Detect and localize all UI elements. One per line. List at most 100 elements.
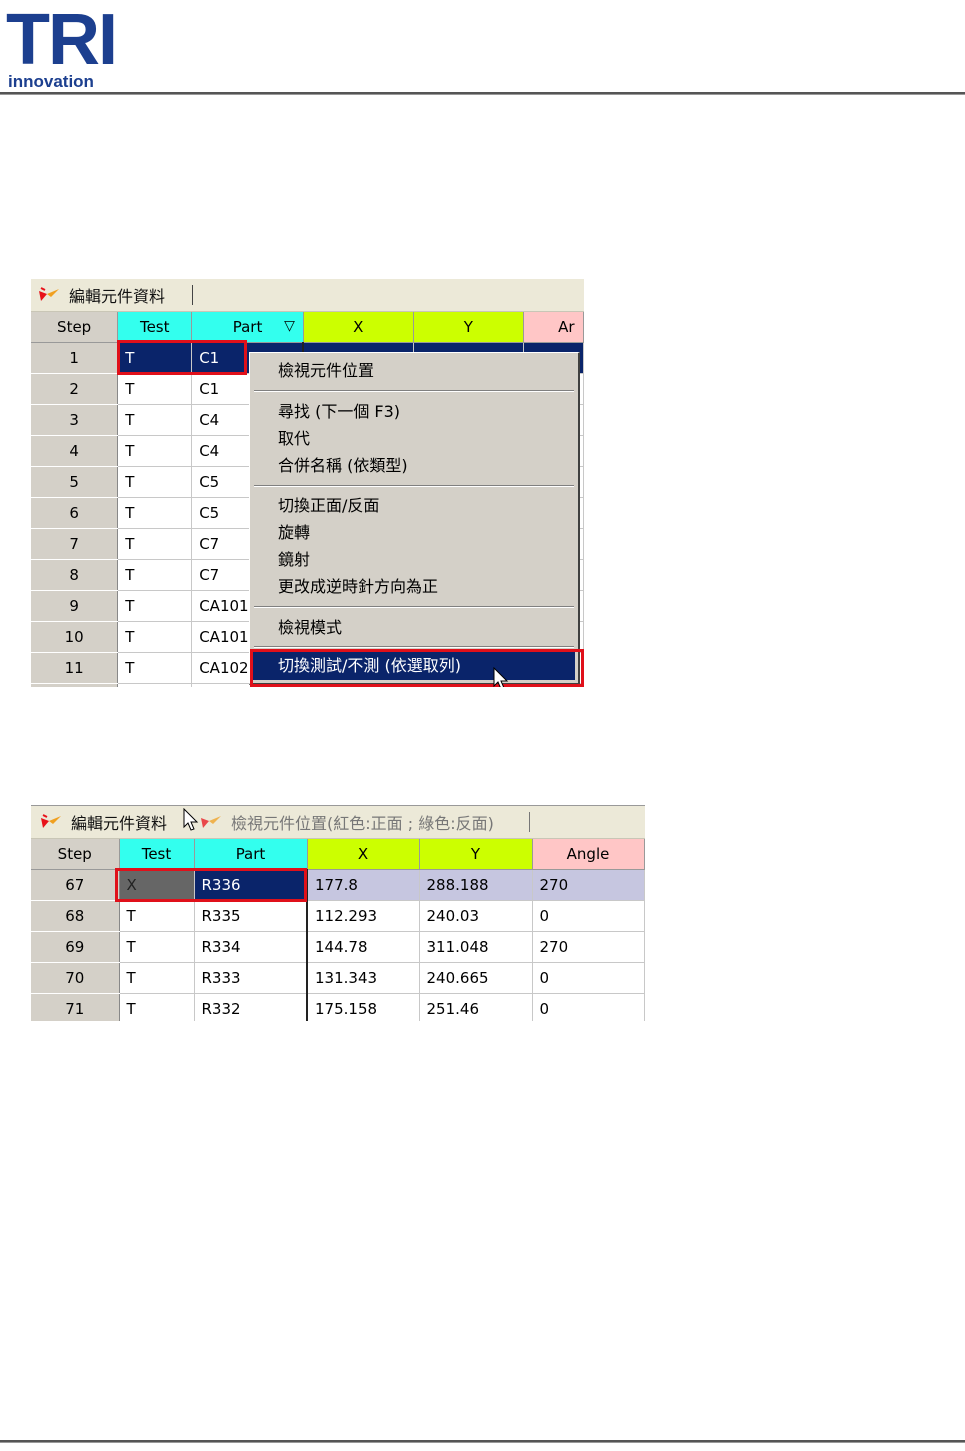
step-cell[interactable]: 69: [31, 931, 120, 963]
step-cell[interactable]: 8: [31, 559, 119, 591]
tab-divider: [192, 285, 193, 305]
angle-cell[interactable]: 270: [532, 931, 645, 963]
part-cell[interactable]: R334: [194, 931, 308, 963]
context-menu: 檢視元件位置 尋找 (下一個 F3) 取代 合併名稱 (依類型) 切換正面/反面…: [249, 352, 580, 685]
edit-arrow-icon: [41, 814, 61, 828]
x-cell[interactable]: 131.343: [306, 962, 420, 994]
tab-label: 檢視元件位置(紅色:正面 ; 綠色:反面): [231, 814, 494, 833]
test-cell[interactable]: T: [117, 528, 193, 560]
table-row[interactable]: 69 T R334 144.78 311.048 270: [31, 931, 645, 963]
test-cell[interactable]: T: [117, 466, 193, 498]
menu-item-rotate[interactable]: 旋轉: [278, 520, 310, 546]
test-cell[interactable]: T: [117, 497, 193, 529]
menu-item-find-next[interactable]: 尋找 (下一個 F3): [278, 399, 400, 425]
menu-separator: [254, 485, 574, 487]
test-cell[interactable]: X: [119, 869, 195, 901]
table-row[interactable]: 67 X R336 177.8 288.188 270: [31, 869, 645, 901]
logo-subtext: innovation: [8, 72, 94, 91]
angle-cell[interactable]: 0: [532, 962, 645, 994]
step-cell[interactable]: 12: [31, 683, 119, 687]
tab-bar: 編輯元件資料 檢視元件位置(紅色:正面 ; 綠色:反面): [31, 805, 645, 839]
step-cell[interactable]: 67: [31, 869, 120, 901]
parts-grid: Step Test Part X Y Angle 67 X R336 177.8 288…: [31, 839, 645, 1021]
tab-edit-parts[interactable]: 編輯元件資料: [37, 279, 165, 311]
part-cell[interactable]: R333: [194, 962, 308, 994]
x-cell[interactable]: 175.158: [306, 993, 420, 1021]
menu-item-view-position[interactable]: 檢視元件位置: [278, 358, 374, 384]
menu-item-merge-names[interactable]: 合併名稱 (依類型): [278, 453, 408, 479]
test-cell[interactable]: T: [117, 404, 193, 436]
test-cell[interactable]: T: [119, 931, 195, 963]
step-cell[interactable]: 3: [31, 404, 119, 436]
test-cell[interactable]: T: [117, 342, 193, 374]
mouse-pointer-icon: [493, 667, 509, 687]
part-cell[interactable]: R336: [194, 869, 308, 901]
step-cell[interactable]: 2: [31, 373, 119, 405]
angle-cell[interactable]: 0: [532, 993, 645, 1021]
menu-item-toggle-test[interactable]: 切換測試/不測 (依選取列): [253, 652, 575, 680]
y-cell[interactable]: 288.188: [419, 869, 533, 901]
step-cell[interactable]: 68: [31, 900, 120, 932]
step-cell[interactable]: 5: [31, 466, 119, 498]
test-cell[interactable]: T: [117, 373, 193, 405]
col-header-x[interactable]: X: [303, 312, 414, 343]
y-cell[interactable]: 251.46: [419, 993, 533, 1021]
y-cell[interactable]: 311.048: [419, 931, 533, 963]
step-cell[interactable]: 11: [31, 652, 119, 684]
test-cell[interactable]: T: [119, 993, 195, 1021]
y-cell[interactable]: 240.665: [419, 962, 533, 994]
menu-item-replace[interactable]: 取代: [278, 426, 310, 452]
col-header-test[interactable]: Test: [117, 312, 193, 343]
header-rule: [0, 92, 965, 95]
tab-edit-parts[interactable]: 編輯元件資料: [39, 806, 167, 838]
menu-item-toggle-side[interactable]: 切換正面/反面: [278, 493, 379, 519]
col-header-y[interactable]: Y: [419, 839, 533, 870]
menu-item-mirror[interactable]: 鏡射: [278, 547, 310, 573]
part-cell[interactable]: R332: [194, 993, 308, 1021]
test-cell[interactable]: T: [119, 962, 195, 994]
step-cell[interactable]: 6: [31, 497, 119, 529]
col-header-angle[interactable]: Ar: [523, 312, 584, 343]
col-header-step[interactable]: Step: [31, 312, 119, 343]
table-row[interactable]: 68 T R335 112.293 240.03 0: [31, 900, 645, 932]
test-cell[interactable]: T: [117, 590, 193, 622]
logo-text: TRI: [6, 0, 118, 80]
part-cell[interactable]: R335: [194, 900, 308, 932]
y-cell[interactable]: 240.03: [419, 900, 533, 932]
angle-cell[interactable]: 270: [532, 869, 645, 901]
menu-separator: [254, 646, 574, 648]
sort-filter-icon[interactable]: ▽: [284, 318, 295, 334]
col-header-angle[interactable]: Angle: [532, 839, 645, 870]
x-cell[interactable]: 144.78: [306, 931, 420, 963]
col-header-y[interactable]: Y: [413, 312, 525, 343]
test-cell[interactable]: T: [117, 683, 193, 687]
edit-arrow-icon: [201, 816, 221, 828]
menu-item-view-mode[interactable]: 檢視模式: [278, 615, 342, 641]
menu-item-toggle-test-label: 切換測試/不測 (依選取列): [278, 656, 461, 675]
test-cell[interactable]: T: [117, 435, 193, 467]
angle-cell[interactable]: 0: [532, 900, 645, 932]
step-cell[interactable]: 71: [31, 993, 120, 1021]
test-cell[interactable]: T: [117, 559, 193, 591]
step-cell[interactable]: 70: [31, 962, 120, 994]
menu-item-ccw-positive[interactable]: 更改成逆時針方向為正: [278, 574, 438, 600]
col-header-step[interactable]: Step: [31, 839, 120, 870]
x-cell[interactable]: 112.293: [306, 900, 420, 932]
x-cell[interactable]: 177.8: [306, 869, 420, 901]
col-header-test[interactable]: Test: [119, 839, 195, 870]
test-cell[interactable]: T: [117, 621, 193, 653]
step-cell[interactable]: 10: [31, 621, 119, 653]
tab-view-position[interactable]: 檢視元件位置(紅色:正面 ; 綠色:反面): [199, 806, 494, 838]
table-row[interactable]: 70 T R333 131.343 240.665 0: [31, 962, 645, 994]
step-cell[interactable]: 4: [31, 435, 119, 467]
step-cell[interactable]: 1: [31, 342, 119, 374]
col-header-x[interactable]: X: [307, 839, 420, 870]
step-cell[interactable]: 9: [31, 590, 119, 622]
footer-rule: [0, 1440, 965, 1443]
col-header-part[interactable]: Part: [194, 839, 308, 870]
table-row[interactable]: 71 T R332 175.158 251.46 0: [31, 993, 645, 1021]
test-cell[interactable]: T: [119, 900, 195, 932]
test-cell[interactable]: T: [117, 652, 193, 684]
col-header-part[interactable]: Part ▽: [191, 312, 304, 343]
step-cell[interactable]: 7: [31, 528, 119, 560]
